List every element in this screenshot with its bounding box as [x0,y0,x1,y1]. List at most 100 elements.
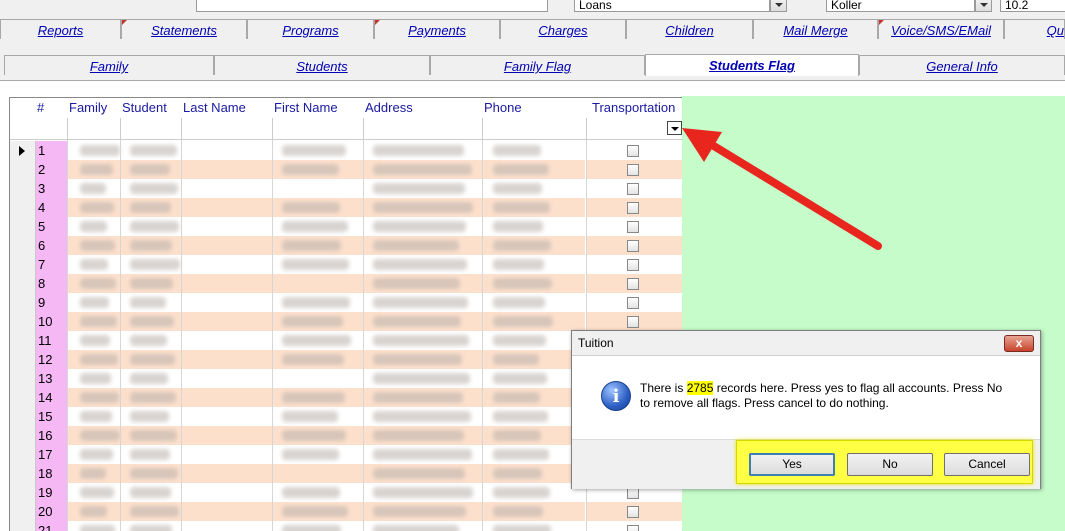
tab-mail-merge[interactable]: Mail Merge [753,19,878,39]
transportation-filter-dropdown[interactable] [667,121,682,135]
tab-students-flag[interactable]: Students Flag [645,54,859,76]
column-header-phone[interactable]: Phone [484,98,522,118]
redacted-cell [493,411,548,422]
transportation-checkbox[interactable] [627,221,639,233]
transportation-checkbox[interactable] [627,297,639,309]
column-header-address[interactable]: Address [365,98,413,118]
transportation-checkbox[interactable] [627,202,639,214]
transportation-checkbox[interactable] [627,278,639,290]
transportation-checkbox[interactable] [627,316,639,328]
table-row[interactable]: 5 [10,217,682,236]
table-row[interactable]: 6 [10,236,682,255]
row-selector[interactable] [10,502,36,521]
row-selector[interactable] [10,236,36,255]
row-selector[interactable] [10,464,36,483]
redacted-cell [130,278,173,289]
tab-students[interactable]: Students [214,55,430,75]
tab-reports[interactable]: Reports [0,19,121,39]
tab-payments[interactable]: Payments [374,19,500,39]
tab-general-info[interactable]: General Info [859,55,1065,75]
row-selector[interactable] [10,369,36,388]
row-selector[interactable] [10,160,36,179]
no-button[interactable]: No [847,453,933,476]
row-selector[interactable] [10,521,36,531]
row-selector[interactable] [10,426,36,445]
transportation-checkbox[interactable] [627,506,639,518]
table-row[interactable]: 4 [10,198,682,217]
transportation-cell [587,521,682,531]
row-selector[interactable] [10,198,36,217]
row-selector[interactable] [10,445,36,464]
table-row[interactable]: 2 [10,160,682,179]
transportation-checkbox[interactable] [627,525,639,531]
table-row[interactable]: 9 [10,293,682,312]
transportation-checkbox[interactable] [627,145,639,157]
version-field[interactable]: 10.2 [1000,0,1065,12]
redacted-cell [80,316,117,327]
row-selector[interactable] [10,350,36,369]
row-selector[interactable] [10,483,36,502]
redacted-cell [130,221,179,232]
redacted-cell [373,316,461,327]
transportation-checkbox[interactable] [627,259,639,271]
transportation-checkbox[interactable] [627,164,639,176]
loans-combo[interactable]: Loans [574,0,770,12]
row-number: 15 [36,407,68,426]
row-number: 8 [36,274,68,293]
redacted-cell [373,430,464,441]
row-selector[interactable] [10,179,36,198]
transportation-checkbox[interactable] [627,240,639,252]
row-number: 19 [36,483,68,502]
row-selector[interactable] [10,312,36,331]
row-selector[interactable] [10,255,36,274]
tab-more[interactable]: Qu [1004,19,1065,39]
dialog-message-before: There is [640,381,687,395]
redacted-cell [373,297,468,308]
row-data-cells [68,426,585,445]
redacted-cell [493,468,542,479]
table-row[interactable]: 20 [10,502,682,521]
column-header-number[interactable]: # [37,98,44,118]
table-row[interactable]: 1 [10,141,682,160]
teacher-combo[interactable]: Koller [826,0,975,12]
redacted-cell [493,278,552,289]
column-header-transportation[interactable]: Transportation [592,98,675,118]
table-row[interactable]: 7 [10,255,682,274]
table-row[interactable]: 10 [10,312,682,331]
column-divider [272,118,273,140]
tab-programs[interactable]: Programs [247,19,374,39]
table-row[interactable]: 3 [10,179,682,198]
column-header-last-name[interactable]: Last Name [183,98,246,118]
row-selector[interactable] [10,388,36,407]
row-selector[interactable] [10,217,36,236]
dialog-close-button[interactable]: x [1004,335,1034,352]
tab-statements[interactable]: Statements [121,19,247,39]
table-row[interactable]: 21 [10,521,682,531]
tab-children[interactable]: Children [626,19,753,39]
redacted-cell [282,449,339,460]
redacted-cell [373,373,470,384]
top-field-1[interactable] [196,0,548,12]
row-selector[interactable] [10,293,36,312]
teacher-combo-dropdown-button[interactable] [975,0,992,12]
row-selector[interactable] [10,407,36,426]
cancel-button[interactable]: Cancel [944,453,1030,476]
column-header-family[interactable]: Family [69,98,107,118]
row-data-cells [68,274,585,293]
tab-charges[interactable]: Charges [500,19,626,39]
dialog-title-bar[interactable]: Tuition x [572,331,1040,356]
yes-button[interactable]: Yes [749,453,835,476]
loans-combo-dropdown-button[interactable] [770,0,787,12]
tab-family[interactable]: Family [4,55,214,75]
column-header-first-name[interactable]: First Name [274,98,338,118]
table-row[interactable]: 8 [10,274,682,293]
row-selector[interactable] [10,274,36,293]
column-header-student[interactable]: Student [122,98,167,118]
transportation-checkbox[interactable] [627,183,639,195]
tab-voice-sms-email[interactable]: Voice/SMS/EMail [878,19,1004,39]
transportation-cell [587,502,682,521]
tab-family-flag[interactable]: Family Flag [430,55,645,75]
row-selector[interactable] [10,141,36,160]
redacted-cell [130,354,175,365]
row-selector[interactable] [10,331,36,350]
